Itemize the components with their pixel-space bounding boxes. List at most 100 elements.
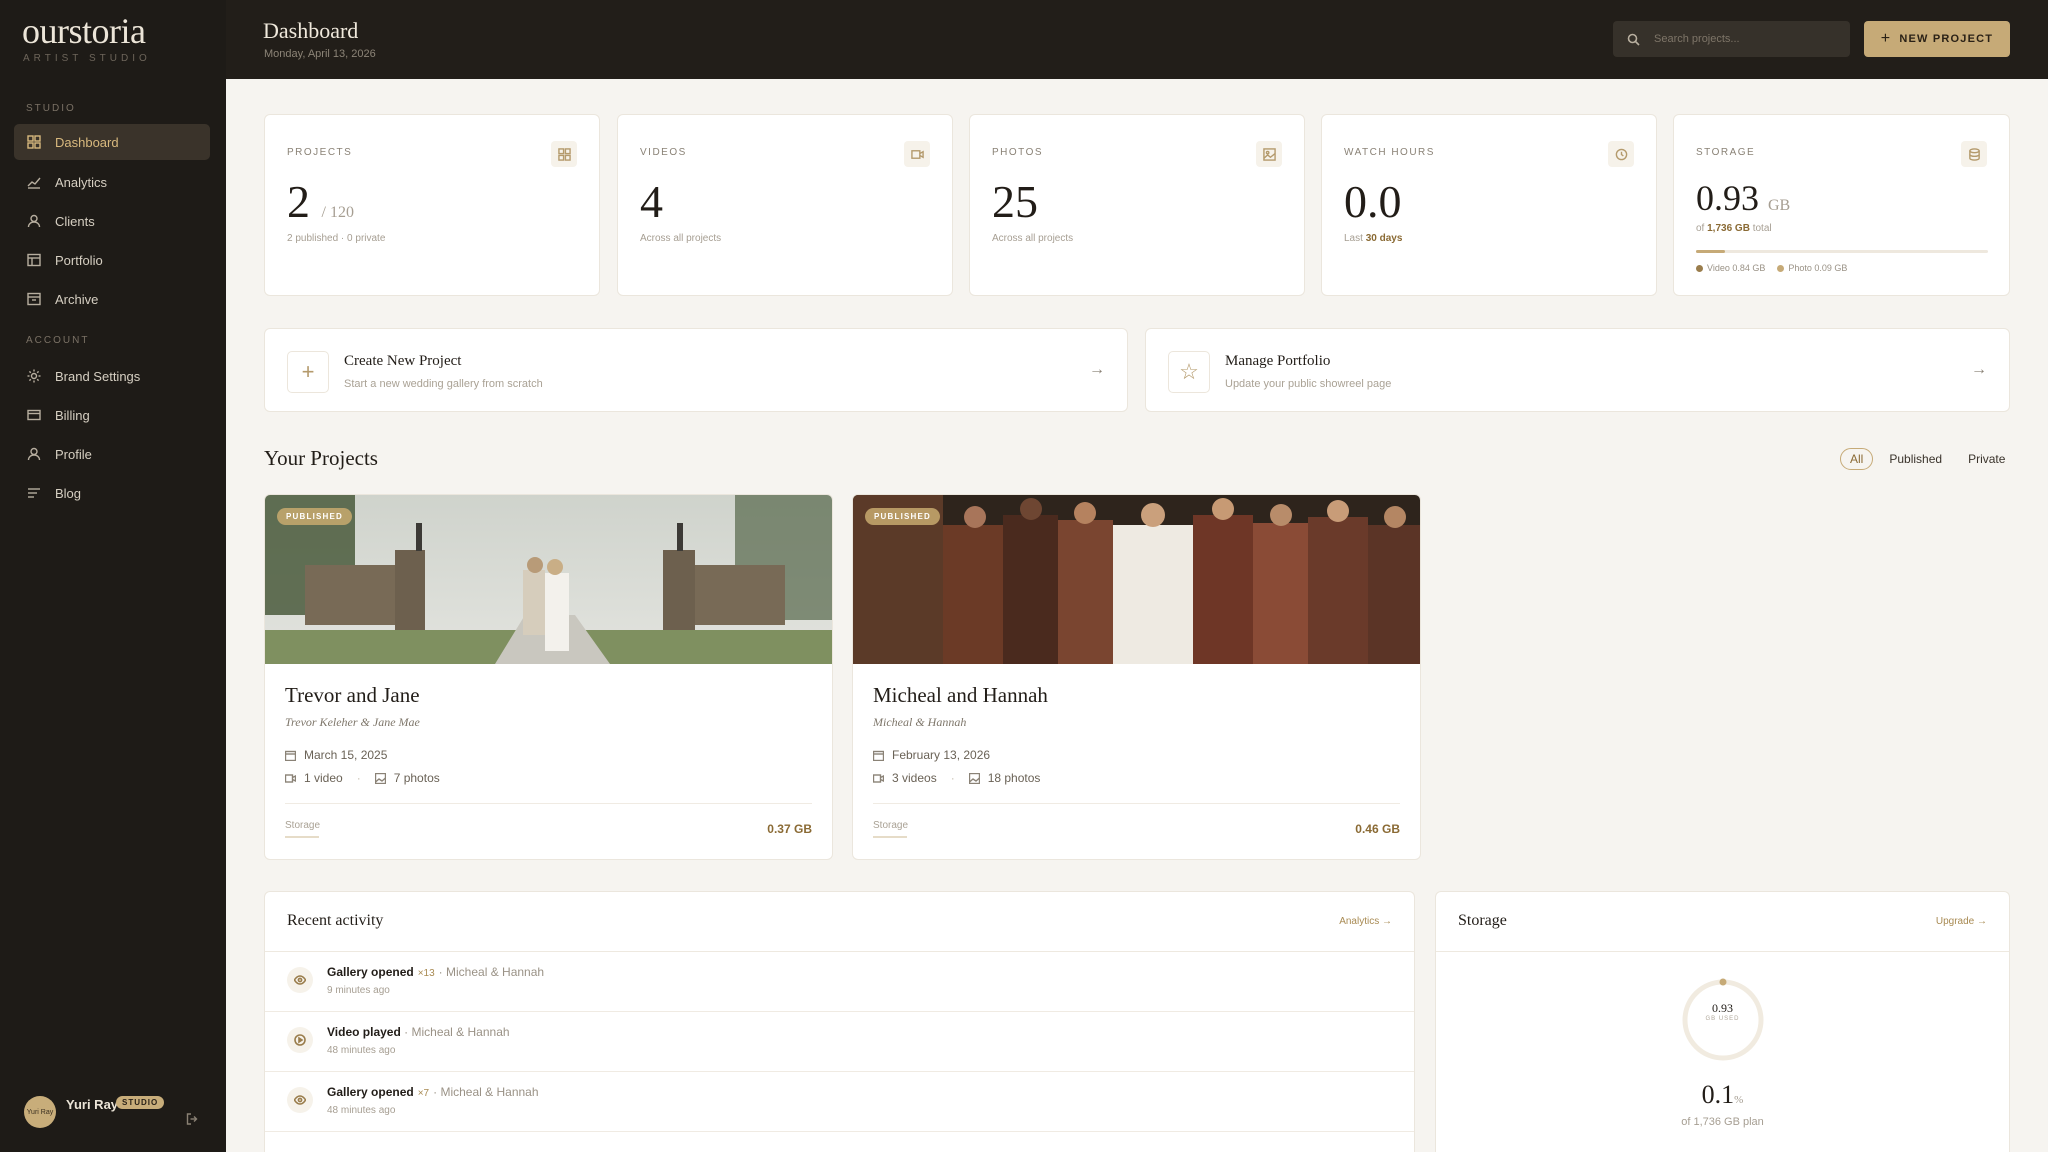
storage-progress-bar [1696,250,1988,253]
project-card[interactable]: PUBLISHED Trevor and Jane Trevor Keleher… [264,494,833,860]
divider [285,803,812,804]
project-card[interactable]: PUBLISHED Micheal and Hannah Micheal & H… [852,494,1421,860]
archive-icon [26,291,42,307]
sidebar-item-portfolio[interactable]: Portfolio [14,242,210,278]
page-date: Monday, April 13, 2026 [264,48,376,60]
search-box[interactable] [1613,21,1850,57]
plus-icon: + [1880,30,1892,47]
project-title: Micheal and Hannah [873,683,1048,707]
image-icon [968,772,980,784]
grid-icon [26,134,42,150]
stat-subtext: Across all projects [640,233,722,244]
sun-icon [26,368,42,384]
search-icon [1627,33,1640,46]
calendar-icon [873,750,884,761]
new-project-button[interactable]: + NEW PROJECT [1864,21,2010,57]
project-couple: Micheal & Hannah [873,715,967,729]
storage-plan: of 1,736 GB plan [1681,1116,1764,1128]
stat-value: 0.93 GB [1696,178,1791,218]
ring-value: 0.93 [1712,1001,1733,1015]
stat-value: 4 [640,176,663,227]
calendar-icon [285,750,296,761]
eye-icon [287,967,313,993]
stat-subtext: of 1,736 GB total [1696,223,1772,234]
sidebar-section-studio: STUDIO [26,103,76,114]
sidebar-item-blog[interactable]: Blog [14,475,210,511]
recent-activity-panel: Recent activity Analytics → Gallery open… [264,891,1415,1152]
database-icon [1961,141,1987,167]
activity-time: 48 minutes ago [327,1105,396,1116]
brand-subtitle: ARTIST STUDIO [23,53,151,64]
action-title: Manage Portfolio [1225,353,1331,369]
legend-video: Video 0.84 GB [1696,263,1765,273]
brand-logo[interactable]: ourstoria [22,10,146,52]
grid-icon [551,141,577,167]
stat-subtext: 2 published · 0 private [287,233,386,244]
project-counts: 3 videos · 18 photos [873,771,1040,785]
manage-portfolio-card[interactable]: ☆ Manage Portfolio Update your public sh… [1145,328,2010,412]
sidebar-item-profile[interactable]: Profile [14,436,210,472]
plan-badge: STUDIO [116,1096,165,1109]
chart-line-icon [26,174,42,190]
sidebar-item-label: Dashboard [55,134,119,150]
search-input[interactable] [1654,33,1834,45]
plus-icon: + [287,351,329,393]
action-subtitle: Update your public showreel page [1225,378,1392,390]
sidebar-item-label: Brand Settings [55,368,141,384]
sidebar-item-label: Archive [55,291,99,307]
stat-subtext: Last 30 days [1344,233,1403,244]
create-project-card[interactable]: + Create New Project Start a new wedding… [264,328,1128,412]
stat-label: PHOTOS [992,147,1044,158]
stat-subtext: Across all projects [992,233,1074,244]
filter-private[interactable]: Private [1958,448,2015,470]
arrow-right-icon: → [1089,361,1105,378]
sidebar-item-analytics[interactable]: Analytics [14,164,210,200]
storage-panel: Storage Upgrade → 0.93 GB USED 0.1% of 1… [1435,891,2010,1152]
storage-indicator [873,836,907,838]
stat-value: 2 / 120 [287,176,354,227]
star-icon: ☆ [1168,351,1210,393]
analytics-link[interactable]: Analytics → [1339,916,1392,927]
user-profile[interactable]: Yuri Ray Yuri Ray STUDIO [24,1096,204,1132]
stat-card-storage: STORAGE 0.93 GB of 1,736 GB total Video … [1673,114,2010,296]
project-couple: Trevor Keleher & Jane Mae [285,715,420,729]
sidebar-item-clients[interactable]: Clients [14,203,210,239]
portfolio-icon [26,252,42,268]
sidebar-item-label: Billing [55,407,90,423]
activity-row[interactable]: Gallery opened ×7 · Micheal & Hannah 48 mi… [265,1072,1414,1132]
play-icon [287,1027,313,1053]
activity-row[interactable]: Video played · Micheal & Hannah 48 minut… [265,1012,1414,1072]
legend-photo: Photo 0.09 GB [1777,263,1847,273]
filter-published[interactable]: Published [1879,448,1952,470]
project-filters: All Published Private [1840,448,2015,470]
sidebar-item-brand-settings[interactable]: Brand Settings [14,358,210,394]
image-icon [374,772,386,784]
stat-label: VIDEOS [640,147,687,158]
sidebar-item-billing[interactable]: Billing [14,397,210,433]
filter-all[interactable]: All [1840,448,1874,470]
stat-card-projects: PROJECTS 2 / 120 2 published · 0 private [264,114,600,296]
storage-progress-fill [1696,250,1726,253]
upgrade-link[interactable]: Upgrade → [1936,916,1987,927]
stat-label: STORAGE [1696,147,1756,158]
logout-icon[interactable] [186,1112,200,1126]
sidebar-item-label: Blog [55,485,82,501]
storage-legend: Video 0.84 GB Photo 0.09 GB [1696,263,1847,273]
storage-value: 0.37 GB [767,822,812,836]
stat-label: PROJECTS [287,147,353,158]
storage-label: Storage [873,820,909,831]
project-date: March 15, 2025 [285,748,387,762]
avatar: Yuri Ray [24,1096,56,1128]
activity-text: Video played · Micheal & Hannah [327,1025,510,1039]
activity-row[interactable]: Gallery opened ×13 · Micheal & Hannah 9 mi… [265,952,1414,1012]
stat-label: WATCH HOURS [1344,147,1435,158]
activity-time: 9 minutes ago [327,985,390,996]
video-icon [904,141,930,167]
sidebar-item-dashboard[interactable]: Dashboard [14,124,210,160]
card-icon [26,407,42,423]
sidebar-section-account: ACCOUNT [26,335,90,346]
panel-title: Storage [1458,912,1507,929]
sidebar-item-archive[interactable]: Archive [14,281,210,317]
user-icon [26,446,42,462]
action-subtitle: Start a new wedding gallery from scratch [344,378,543,390]
